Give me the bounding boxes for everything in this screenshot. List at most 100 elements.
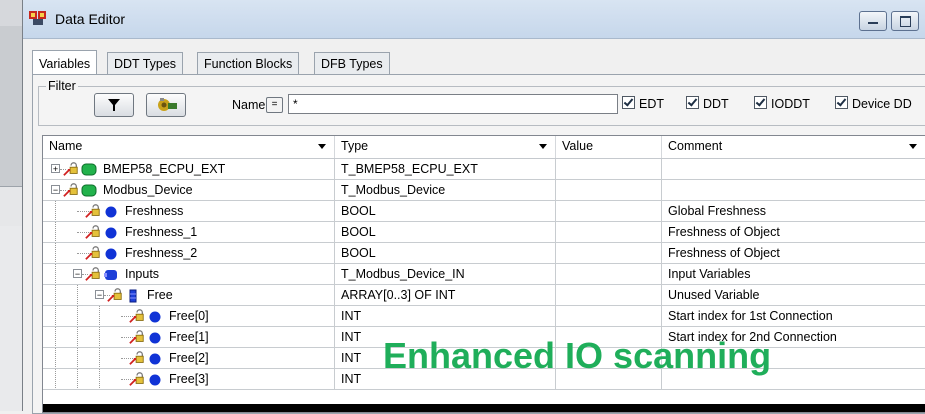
expand-icon[interactable]: + bbox=[51, 164, 60, 174]
column-comment-label: Comment bbox=[668, 139, 723, 153]
table-row[interactable]: − Inputs T_Modbus_Device_IN Input Variables bbox=[43, 264, 925, 285]
cell-comment[interactable] bbox=[662, 180, 925, 201]
cell-comment[interactable]: Global Freshness bbox=[662, 201, 925, 222]
column-type-label: Type bbox=[341, 139, 369, 153]
tree-line bbox=[77, 285, 79, 305]
bool-dot-icon bbox=[149, 332, 161, 344]
table-row[interactable]: Freshness BOOL Global Freshness bbox=[43, 201, 925, 222]
tab-dfb-types[interactable]: DFB Types bbox=[314, 52, 390, 75]
collapse-icon[interactable]: − bbox=[73, 269, 82, 279]
cell-comment[interactable]: Start index for 1st Connection bbox=[662, 306, 925, 327]
cell-value[interactable] bbox=[556, 285, 662, 306]
column-header-type[interactable]: Type bbox=[335, 136, 556, 158]
tab-variables[interactable]: Variables bbox=[32, 50, 98, 75]
filter-funnel-button[interactable] bbox=[94, 93, 134, 117]
cell-comment[interactable]: Unused Variable bbox=[662, 285, 925, 306]
cell-type[interactable]: BOOL bbox=[335, 222, 556, 243]
table-row[interactable]: Freshness_2 BOOL Freshness of Object bbox=[43, 243, 925, 264]
column-header-name[interactable]: Name bbox=[43, 136, 335, 158]
cell-type[interactable]: T_Modbus_Device bbox=[335, 180, 556, 201]
cell-name[interactable]: − Free bbox=[43, 285, 335, 306]
tree-line bbox=[99, 327, 101, 347]
ioddt-checkbox[interactable]: IODDT bbox=[754, 96, 810, 112]
cell-value[interactable] bbox=[556, 264, 662, 285]
cell-name[interactable]: Free[1] bbox=[43, 327, 335, 348]
cell-name[interactable]: + BMEP58_ECPU_EXT bbox=[43, 159, 335, 180]
column-header-comment[interactable]: Comment bbox=[662, 136, 925, 158]
column-name-label: Name bbox=[49, 139, 83, 153]
cell-name[interactable]: − Inputs bbox=[43, 264, 335, 285]
tree-line bbox=[55, 243, 57, 263]
variable-name: Free[2] bbox=[169, 351, 209, 365]
tree-line bbox=[55, 264, 57, 284]
tree-line bbox=[55, 201, 57, 221]
chevron-down-icon[interactable] bbox=[539, 144, 547, 149]
tree-line bbox=[77, 348, 79, 368]
chevron-down-icon[interactable] bbox=[909, 144, 917, 149]
lock-icon bbox=[85, 246, 100, 260]
array-icon bbox=[129, 289, 137, 303]
table-row[interactable]: − Modbus_Device T_Modbus_Device bbox=[43, 180, 925, 201]
cell-comment[interactable]: Freshness of Object bbox=[662, 243, 925, 264]
tree-line bbox=[77, 306, 79, 326]
edt-checkbox[interactable]: EDT bbox=[622, 96, 664, 112]
tab-function-blocks[interactable]: Function Blocks bbox=[197, 52, 300, 75]
cell-name[interactable]: Freshness_1 bbox=[43, 222, 335, 243]
cell-name[interactable]: Freshness_2 bbox=[43, 243, 335, 264]
variable-name: Freshness_2 bbox=[125, 246, 198, 260]
cell-name[interactable]: − Modbus_Device bbox=[43, 180, 335, 201]
device-ddt-checkbox[interactable]: Device DD bbox=[835, 96, 912, 112]
name-filter-input[interactable] bbox=[288, 94, 618, 114]
ddt-checkbox[interactable]: DDT bbox=[686, 96, 729, 112]
lock-icon bbox=[129, 309, 144, 323]
cell-type[interactable]: T_BMEP58_ECPU_EXT bbox=[335, 159, 556, 180]
minimize-button[interactable] bbox=[859, 11, 887, 31]
tree-line bbox=[99, 306, 101, 326]
cell-value[interactable] bbox=[556, 243, 662, 264]
cell-type[interactable]: INT bbox=[335, 306, 556, 327]
variable-name: Free[3] bbox=[169, 372, 209, 386]
cell-type[interactable]: ARRAY[0..3] OF INT bbox=[335, 285, 556, 306]
struct-icon bbox=[104, 270, 117, 280]
tree-line bbox=[55, 222, 57, 242]
lock-icon bbox=[129, 372, 144, 386]
collapse-icon[interactable]: − bbox=[51, 185, 60, 195]
cell-value[interactable] bbox=[556, 222, 662, 243]
ddt-label: DDT bbox=[703, 97, 729, 111]
table-row[interactable]: − Free ARRAY[0..3] OF INT Unused Variable bbox=[43, 285, 925, 306]
collapse-icon[interactable]: − bbox=[95, 290, 104, 300]
cell-name[interactable]: Free[2] bbox=[43, 348, 335, 369]
variable-name: Modbus_Device bbox=[103, 183, 193, 197]
cell-comment[interactable]: Freshness of Object bbox=[662, 222, 925, 243]
tree-line bbox=[77, 327, 79, 347]
cell-name[interactable]: Free[0] bbox=[43, 306, 335, 327]
maximize-button[interactable] bbox=[891, 11, 919, 31]
cell-type[interactable]: T_Modbus_Device_IN bbox=[335, 264, 556, 285]
title-bar[interactable]: Data Editor bbox=[23, 0, 925, 39]
ioddt-label: IODDT bbox=[771, 97, 810, 111]
cell-value[interactable] bbox=[556, 180, 662, 201]
cell-type[interactable]: BOOL bbox=[335, 243, 556, 264]
cell-name[interactable]: Free[3] bbox=[43, 369, 335, 390]
cell-type[interactable]: BOOL bbox=[335, 201, 556, 222]
cell-value[interactable] bbox=[556, 306, 662, 327]
column-header-value[interactable]: Value bbox=[556, 136, 662, 158]
table-row[interactable]: Freshness_1 BOOL Freshness of Object bbox=[43, 222, 925, 243]
bool-dot-icon bbox=[149, 353, 161, 365]
table-row[interactable]: + BMEP58_ECPU_EXT T_BMEP58_ECPU_EXT bbox=[43, 159, 925, 180]
filter-config-button[interactable] bbox=[146, 93, 186, 117]
bool-dot-icon bbox=[149, 311, 161, 323]
cell-comment[interactable]: Input Variables bbox=[662, 264, 925, 285]
chevron-down-icon[interactable] bbox=[318, 144, 326, 149]
cell-name[interactable]: Freshness bbox=[43, 201, 335, 222]
table-row[interactable]: Free[0] INT Start index for 1st Connection bbox=[43, 306, 925, 327]
name-operator-button[interactable]: = bbox=[266, 97, 283, 113]
tab-ddt-types[interactable]: DDT Types bbox=[107, 52, 184, 75]
cell-comment[interactable] bbox=[662, 159, 925, 180]
cell-value[interactable] bbox=[556, 159, 662, 180]
overlay-caption: Enhanced IO scanning bbox=[383, 335, 772, 376]
cell-value[interactable] bbox=[556, 201, 662, 222]
app-icon bbox=[29, 11, 46, 25]
device-ddt-label: Device DD bbox=[852, 97, 912, 111]
variable-name: BMEP58_ECPU_EXT bbox=[103, 162, 226, 176]
